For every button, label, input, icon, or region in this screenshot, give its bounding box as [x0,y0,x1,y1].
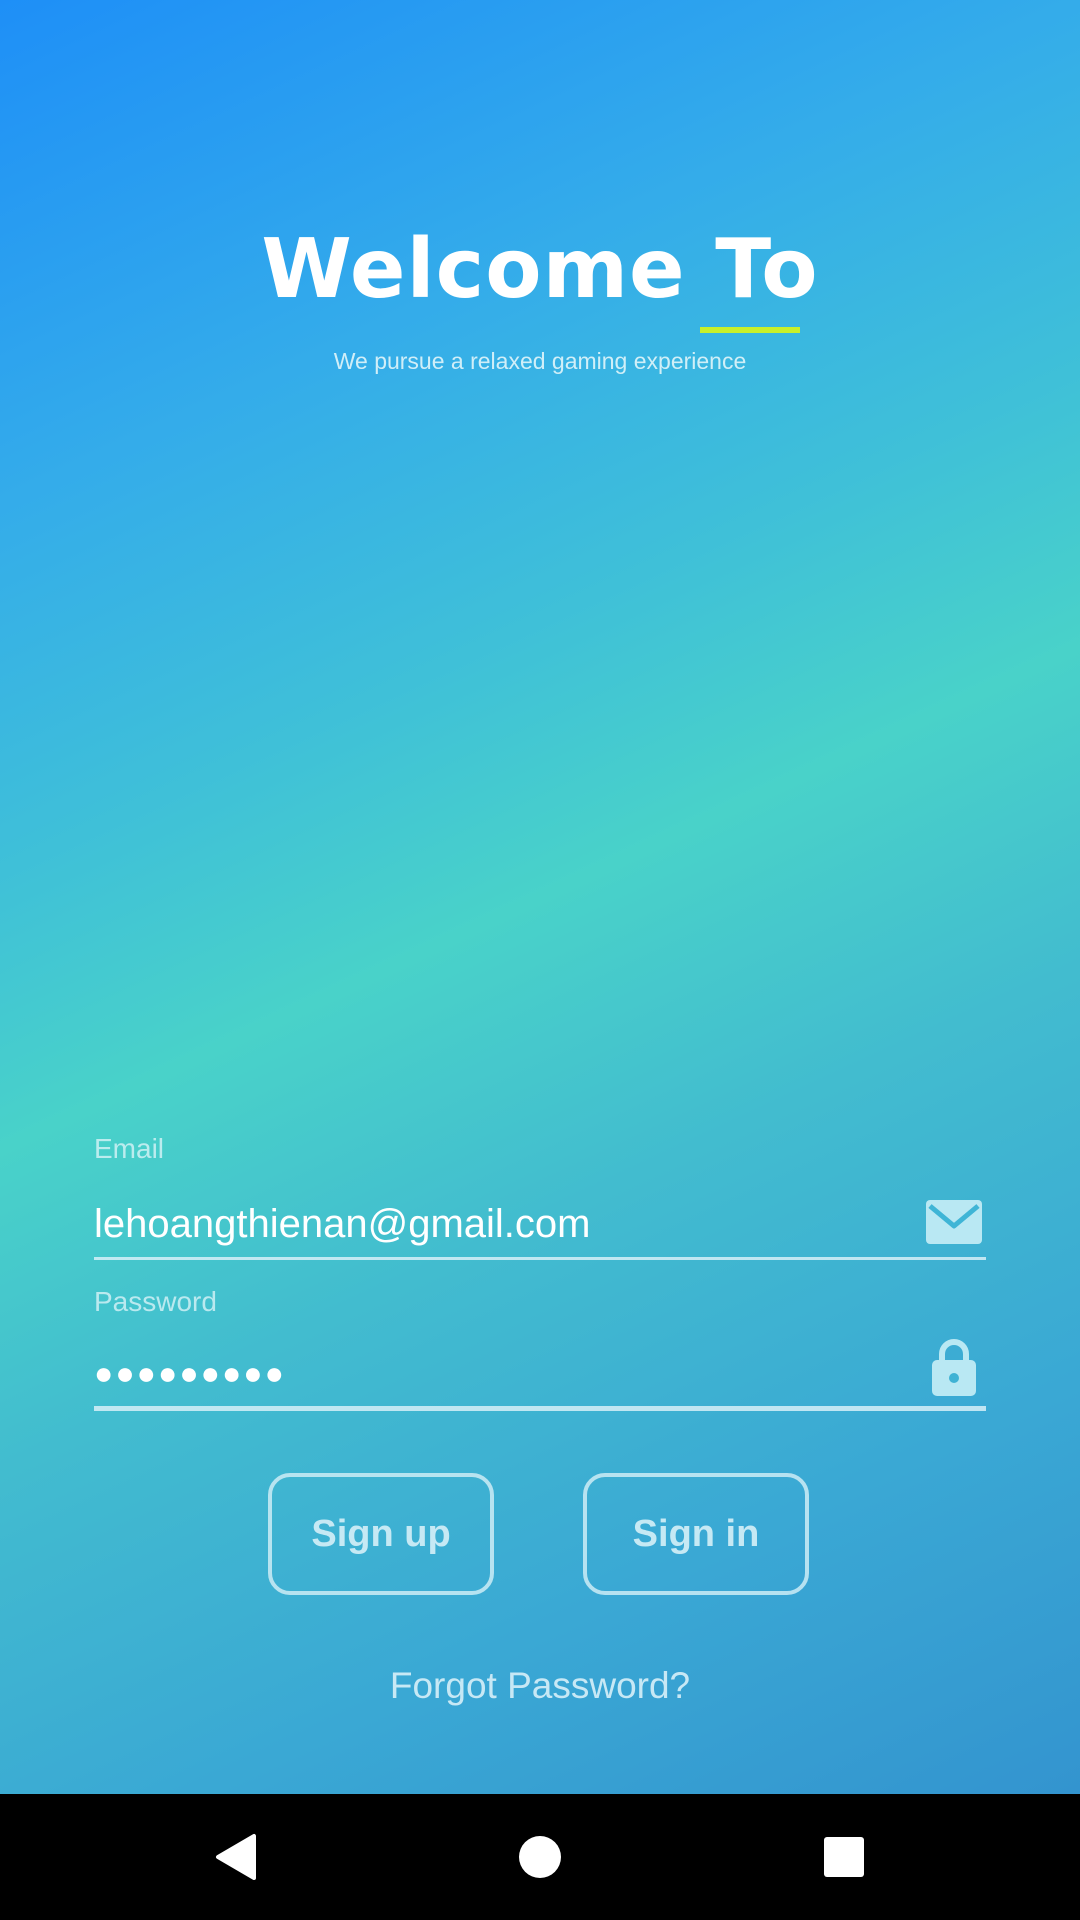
home-button[interactable] [480,1794,600,1920]
sign-up-button[interactable]: Sign up [268,1473,494,1595]
recents-button[interactable] [784,1794,904,1920]
email-field[interactable] [94,1198,894,1250]
home-circle-icon [519,1836,561,1878]
recents-square-icon [824,1837,864,1877]
password-underline [94,1406,986,1411]
sign-in-button[interactable]: Sign in [583,1473,809,1595]
welcome-title: Welcome To [261,222,819,317]
login-screen: Welcome To We pursue a relaxed gaming ex… [0,0,1080,1794]
password-field[interactable]: ●●●●●●●●● [94,1348,914,1398]
back-triangle-icon [216,1834,256,1880]
password-label: Password [94,1286,217,1317]
forgot-password-link[interactable]: Forgot Password? [0,1664,1080,1708]
back-button[interactable] [176,1794,296,1920]
email-underline [94,1257,986,1260]
tagline: We pursue a relaxed gaming experience [333,348,747,374]
envelope-icon [926,1198,982,1246]
title-accent-underline [700,327,800,333]
lock-icon [932,1338,976,1396]
system-navigation-bar [0,1794,1080,1920]
email-label: Email [94,1133,165,1164]
